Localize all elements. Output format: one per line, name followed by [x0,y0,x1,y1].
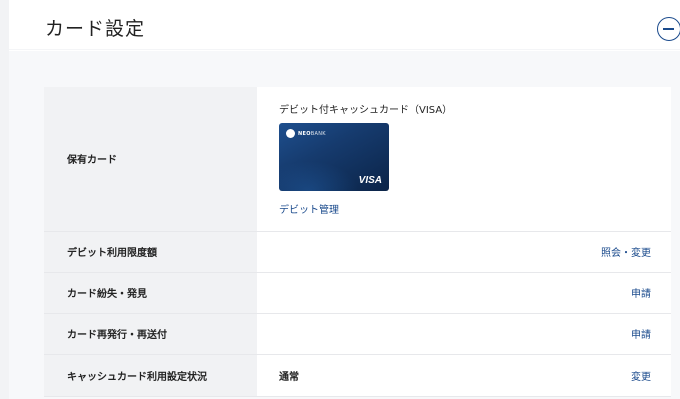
card-image: NEOBANK VISA [279,123,389,192]
collapse-icon[interactable] [657,17,680,41]
cash-card-usage-label: キャッシュカード利用設定状況 [44,354,257,397]
page-title: カード設定 [45,18,146,40]
card-settings-table: 保有カード デビット付キャッシュカード（VISA） NEOBANK VISA デ… [44,87,671,397]
bank-logo: NEOBANK [286,129,326,139]
bank-logo-icon [286,129,295,139]
owned-card-label: 保有カード [44,87,257,232]
card-name: デビット付キャッシュカード（VISA） [279,105,453,117]
card-reissue-cell: 申請 [257,313,671,355]
table-row-owned-card: 保有カード デビット付キャッシュカード（VISA） NEOBANK VISA デ… [44,87,671,232]
table-row: デビット利用限度額 照会・変更 [44,231,671,273]
cash-card-usage-cell: 通常 変更 [257,354,671,397]
debit-limit-label: デビット利用限度額 [44,231,257,273]
debit-management-link[interactable]: デビット管理 [279,205,339,216]
card-reissue-apply-link[interactable]: 申請 [631,326,651,341]
debit-limit-action-link[interactable]: 照会・変更 [601,244,651,259]
card-lost-label: カード紛失・発見 [44,272,257,314]
panel-header: カード設定 [9,0,680,50]
visa-logo: VISA [358,175,382,187]
card-settings-panel: カード設定 保有カード デビット付キャッシュカード（VISA） NEOBANK … [9,0,680,399]
table-row: カード紛失・発見 申請 [44,272,671,314]
table-row: キャッシュカード利用設定状況 通常 変更 [44,354,671,397]
card-lost-cell: 申請 [257,272,671,314]
card-reissue-label: カード再発行・再送付 [44,313,257,355]
card-lost-apply-link[interactable]: 申請 [631,285,651,300]
owned-card-cell: デビット付キャッシュカード（VISA） NEOBANK VISA デビット管理 [257,87,671,232]
table-row: カード再発行・再送付 申請 [44,313,671,355]
bank-logo-text: NEOBANK [298,130,326,137]
panel-content: 保有カード デビット付キャッシュカード（VISA） NEOBANK VISA デ… [9,51,680,399]
cash-card-usage-change-link[interactable]: 変更 [631,368,651,383]
cash-card-usage-status: 通常 [279,371,299,383]
debit-limit-cell: 照会・変更 [257,231,671,273]
